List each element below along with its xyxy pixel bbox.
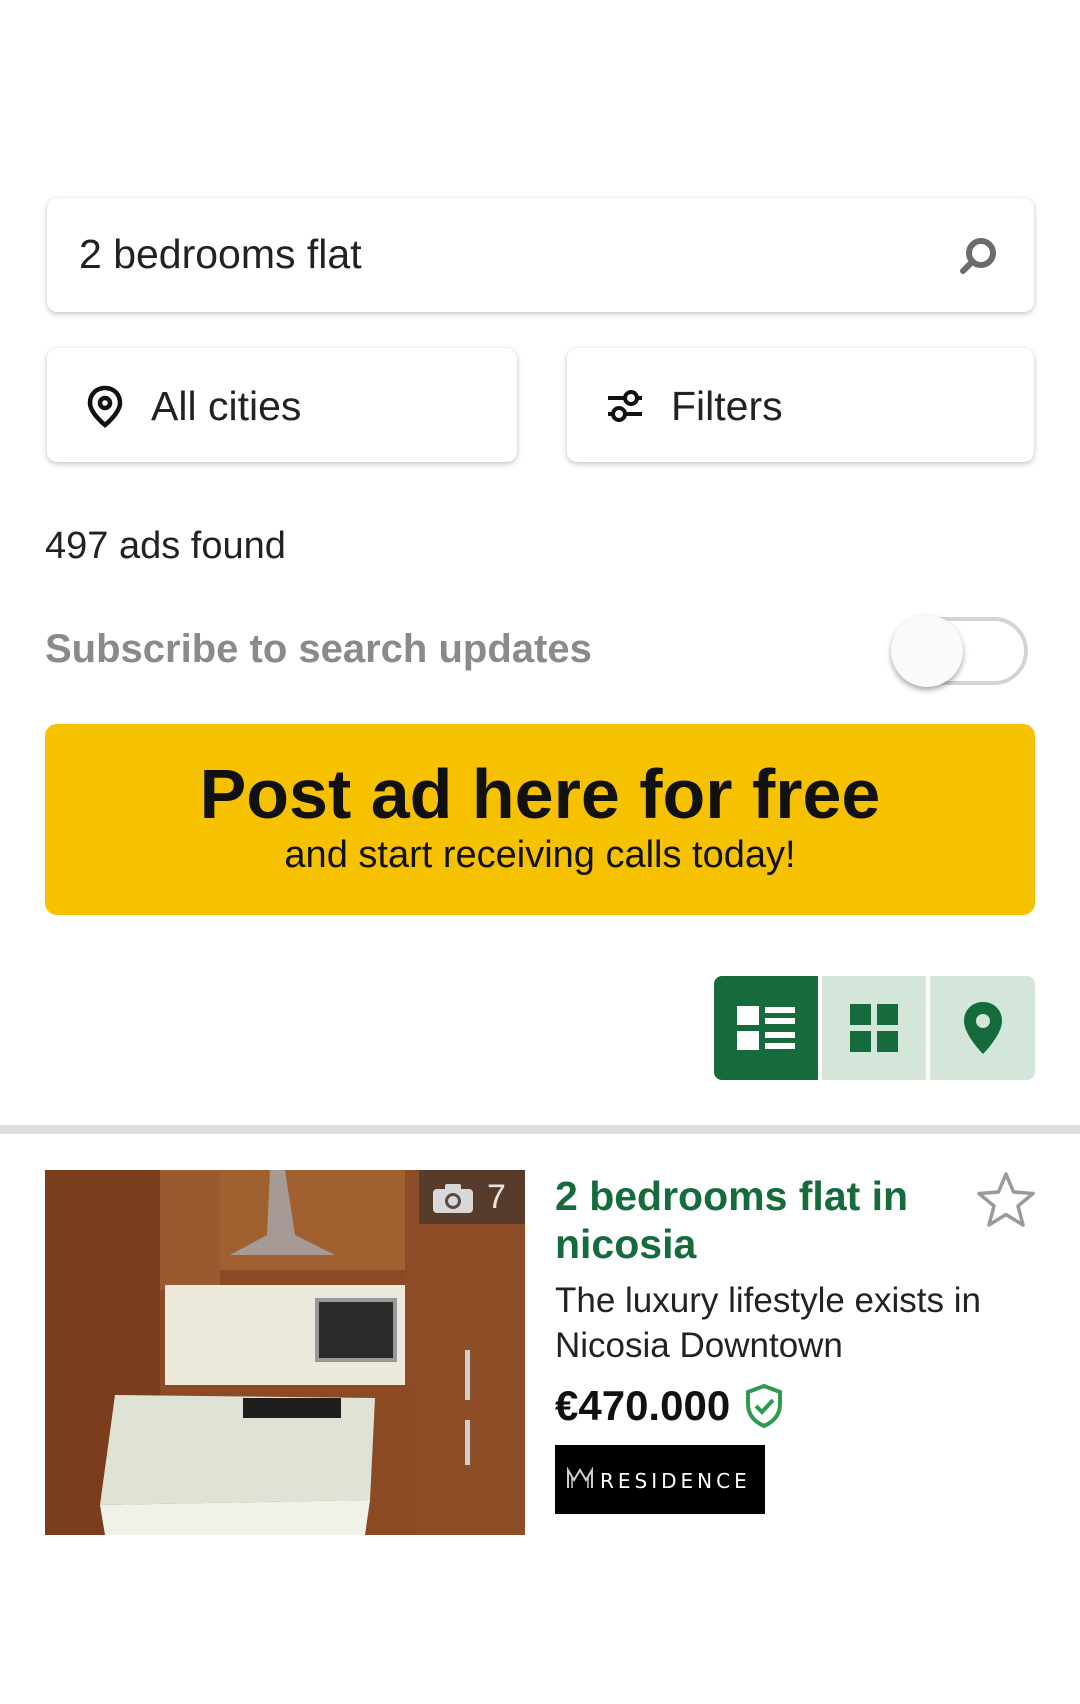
- photo-count: 7: [487, 1178, 506, 1216]
- subscribe-toggle[interactable]: [887, 611, 1034, 691]
- promo-subtitle: and start receiving calls today!: [284, 834, 796, 876]
- search-icon[interactable]: [956, 234, 1000, 278]
- listing-price: €470.000: [555, 1382, 731, 1429]
- favorite-star-icon[interactable]: [975, 1170, 1037, 1230]
- grid-view-button[interactable]: [822, 976, 926, 1080]
- list-view-button[interactable]: [714, 976, 818, 1080]
- location-button[interactable]: All cities: [47, 348, 517, 462]
- listing-title[interactable]: 2 bedrooms flat in nicosia: [555, 1172, 975, 1268]
- agency-logo[interactable]: RESIDENCE: [555, 1445, 765, 1514]
- list-view-icon: [737, 1006, 795, 1050]
- map-view-button[interactable]: [930, 976, 1035, 1080]
- filters-button[interactable]: Filters: [567, 348, 1034, 462]
- divider: [0, 1125, 1080, 1134]
- agency-logo-mark-icon: [567, 1467, 593, 1488]
- location-label: All cities: [151, 383, 302, 429]
- toggle-knob: [891, 615, 963, 687]
- search-input[interactable]: 2 bedrooms flat: [47, 198, 1034, 312]
- sliders-icon: [608, 390, 642, 422]
- subscribe-label: Subscribe to search updates: [45, 627, 592, 671]
- verified-shield-icon: [746, 1384, 782, 1428]
- grid-view-icon: [850, 1004, 898, 1052]
- search-query: 2 bedrooms flat: [79, 231, 362, 277]
- camera-icon: [433, 1184, 473, 1213]
- promo-title: Post ad here for free: [199, 755, 881, 833]
- filters-label: Filters: [671, 383, 783, 429]
- listing-photo[interactable]: 7: [45, 1170, 525, 1535]
- map-pin-icon: [963, 1002, 1002, 1054]
- post-ad-banner[interactable]: Post ad here for free and start receivin…: [45, 724, 1035, 915]
- results-count: 497 ads found: [45, 525, 286, 567]
- agency-logo-text: RESIDENCE: [600, 1469, 751, 1493]
- kitchen-photo: [45, 1170, 525, 1535]
- photo-count-badge: 7: [419, 1170, 525, 1224]
- location-pin-icon: [87, 385, 123, 428]
- listing-description: The luxury lifestyle exists in Nicosia D…: [555, 1281, 981, 1365]
